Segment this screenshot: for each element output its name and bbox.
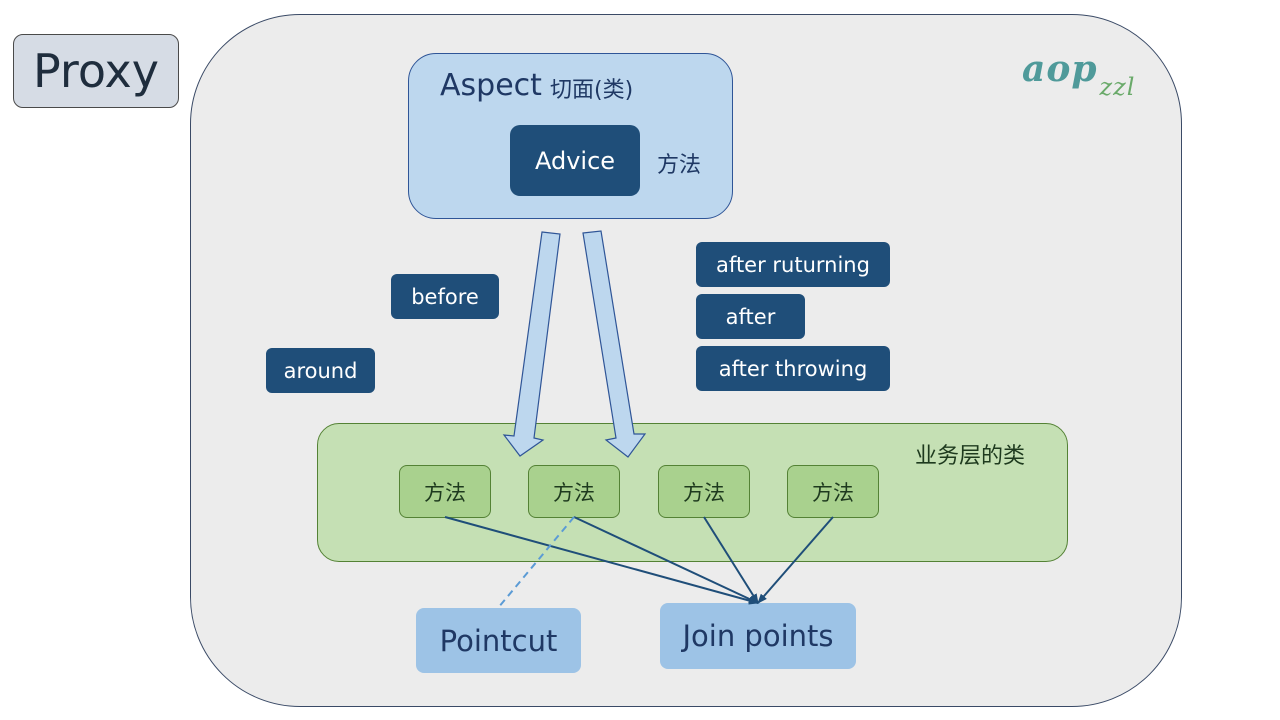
method-box-2: 方法 <box>528 465 620 518</box>
after-badge: after <box>696 294 805 339</box>
pointcut-box: Pointcut <box>416 608 581 673</box>
after-returning-label: after ruturning <box>716 252 870 277</box>
after-label: after <box>725 304 776 329</box>
advice-label: Advice <box>534 146 616 175</box>
before-badge: before <box>391 274 499 319</box>
watermark-main: aop <box>1022 48 1098 90</box>
method-label: 方法 <box>683 480 725 505</box>
around-badge: around <box>266 348 375 393</box>
method-box-1: 方法 <box>399 465 491 518</box>
aspect-subtitle: 切面(类) <box>550 78 634 103</box>
method-box-4: 方法 <box>787 465 879 518</box>
aop-watermark: aopzzl <box>1022 48 1135 101</box>
advice-method-label: 方法 <box>657 153 702 178</box>
before-label: before <box>411 284 479 309</box>
after-returning-badge: after ruturning <box>696 242 890 287</box>
join-points-label: Join points <box>682 619 834 653</box>
proxy-label-text: Proxy <box>32 44 159 98</box>
aspect-title: Aspect <box>440 68 542 103</box>
around-label: around <box>283 358 358 383</box>
after-throwing-label: after throwing <box>718 356 868 381</box>
method-label: 方法 <box>424 480 466 505</box>
method-box-3: 方法 <box>658 465 750 518</box>
method-label: 方法 <box>812 480 854 505</box>
business-class-label: 业务层的类 <box>915 444 1026 469</box>
advice-box: Advice <box>510 125 640 196</box>
join-points-box: Join points <box>660 603 856 669</box>
method-label: 方法 <box>553 480 595 505</box>
after-throwing-badge: after throwing <box>696 346 890 391</box>
proxy-label: Proxy <box>13 34 179 108</box>
pointcut-label: Pointcut <box>439 623 558 658</box>
watermark-sub: zzl <box>1099 73 1136 101</box>
